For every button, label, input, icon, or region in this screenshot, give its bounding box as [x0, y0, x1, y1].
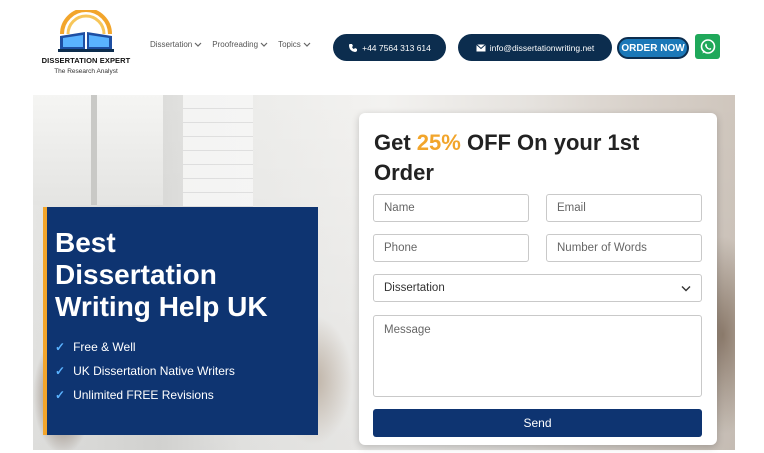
phone-number: +44 7564 313 614: [362, 42, 431, 53]
brand-name: DISSERTATION EXPERT: [41, 56, 131, 65]
hero-title-line: Writing Help UK: [55, 291, 268, 322]
hero-title: Best Dissertation Writing Help UK: [55, 227, 308, 323]
brand-tagline: The Research Analyst: [54, 68, 118, 75]
feature-item: ✓ UK Dissertation Native Writers: [55, 359, 308, 383]
nav-item-dissertation[interactable]: Dissertation: [150, 40, 202, 49]
email-placeholder: Email: [557, 202, 586, 214]
send-label: Send: [523, 416, 552, 430]
main-nav: Dissertation Proofreading Topics: [150, 40, 311, 49]
name-field[interactable]: Name: [373, 194, 529, 222]
hero-title-line: Best: [55, 227, 116, 258]
nav-item-proofreading[interactable]: Proofreading: [212, 40, 268, 49]
name-placeholder: Name: [384, 202, 415, 214]
phone-field[interactable]: Phone: [373, 234, 529, 262]
hero-title-line: Dissertation: [55, 259, 217, 290]
chevron-down-icon: [681, 285, 691, 291]
feature-text: Free & Well: [73, 340, 136, 354]
email-field[interactable]: Email: [546, 194, 702, 222]
feature-text: UK Dissertation Native Writers: [73, 364, 235, 378]
form-title: Get 25% OFF On your 1st Order: [374, 128, 694, 188]
service-select[interactable]: Dissertation: [373, 274, 702, 302]
phone-button[interactable]: +44 7564 313 614: [333, 34, 446, 61]
whatsapp-button[interactable]: [695, 34, 720, 59]
brand-logo[interactable]: DISSERTATION EXPERT The Research Analyst: [40, 10, 132, 86]
phone-icon: [349, 43, 358, 52]
email-address: info@dissertationwriting.net: [489, 42, 595, 53]
phone-placeholder: Phone: [384, 242, 418, 254]
message-placeholder: Message: [384, 324, 431, 336]
discount-highlight: 25%: [416, 130, 461, 155]
nav-item-label: Dissertation: [150, 40, 193, 49]
chevron-down-icon: [194, 42, 202, 47]
chevron-down-icon: [303, 42, 311, 47]
checkmark-icon: ✓: [55, 364, 66, 378]
order-now-button[interactable]: ORDER NOW: [617, 37, 689, 59]
feature-item: ✓ Unlimited FREE Revisions: [55, 383, 308, 407]
nav-item-label: Topics: [278, 40, 301, 49]
whatsapp-icon: [700, 38, 715, 54]
order-form-card: Get 25% OFF On your 1st Order Name Email…: [359, 113, 717, 445]
order-now-label: ORDER NOW: [621, 42, 685, 54]
email-button[interactable]: info@dissertationwriting.net: [458, 34, 612, 61]
nav-item-label: Proofreading: [212, 40, 259, 49]
service-select-value: Dissertation: [384, 282, 445, 294]
hero-text-box: Best Dissertation Writing Help UK ✓ Free …: [43, 207, 318, 435]
checkmark-icon: ✓: [55, 388, 66, 402]
nav-item-topics[interactable]: Topics: [278, 40, 311, 49]
page: DISSERTATION EXPERT The Research Analyst…: [0, 0, 764, 453]
mail-icon: [475, 43, 486, 51]
checkmark-icon: ✓: [55, 340, 66, 354]
words-placeholder: Number of Words: [557, 242, 647, 254]
feature-list: ✓ Free & Well ✓ UK Dissertation Native Wri…: [55, 335, 308, 407]
site-header: DISSERTATION EXPERT The Research Analyst…: [0, 0, 764, 94]
form-title-prefix: Get: [374, 130, 417, 155]
chevron-down-icon: [260, 42, 268, 47]
feature-text: Unlimited FREE Revisions: [73, 388, 214, 402]
message-field[interactable]: Message: [373, 315, 702, 397]
send-button[interactable]: Send: [373, 409, 702, 437]
word-count-field[interactable]: Number of Words: [546, 234, 702, 262]
background-window: [33, 95, 163, 205]
open-book-logo-icon: [58, 10, 114, 52]
feature-item: ✓ Free & Well: [55, 335, 308, 359]
